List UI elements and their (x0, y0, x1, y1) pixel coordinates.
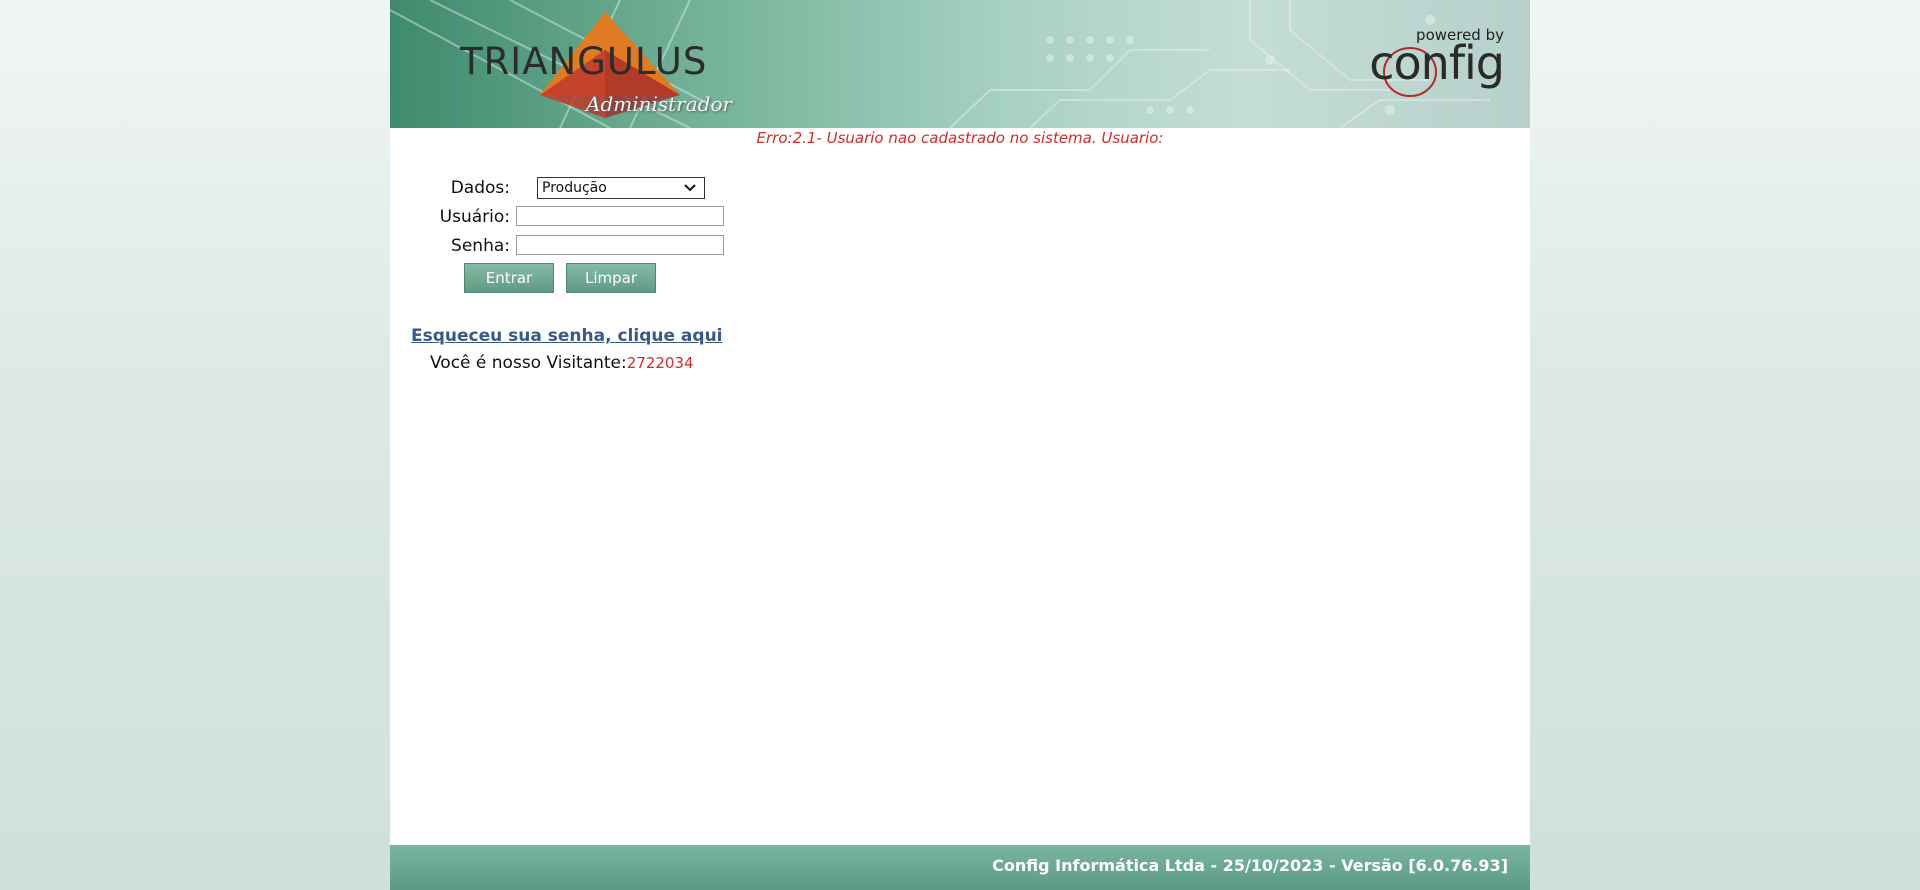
brand-logo: config (1369, 36, 1505, 90)
usuario-label: Usuário: (439, 207, 510, 227)
footer-text: Config Informática Ltda - 25/10/2023 - V… (992, 856, 1508, 875)
entrar-button[interactable]: Entrar (464, 263, 554, 293)
visitor-counter: Você é nosso Visitante:2722034 (430, 353, 694, 373)
login-page: TRIANGULUS Administrador powered by conf… (390, 0, 1530, 890)
header-banner: TRIANGULUS Administrador powered by conf… (390, 0, 1530, 128)
logo-title: TRIANGULUS (460, 40, 708, 83)
senha-label: Senha: (451, 236, 510, 256)
visitor-count: 2722034 (626, 354, 694, 372)
footer-bar: Config Informática Ltda - 25/10/2023 - V… (390, 845, 1530, 890)
usuario-input[interactable] (516, 206, 724, 226)
dados-label: Dados: (450, 178, 510, 198)
senha-input[interactable] (516, 235, 724, 255)
dados-select[interactable]: Produção (537, 177, 705, 199)
limpar-button[interactable]: Limpar (566, 263, 656, 293)
logo-subtitle: Administrador (586, 92, 733, 116)
visitor-label: Você é nosso Visitante: (430, 353, 627, 373)
forgot-password-link[interactable]: Esqueceu sua senha, clique aqui (411, 326, 723, 346)
error-message: Erro:2.1- Usuario nao cadastrado no sist… (756, 129, 1164, 147)
